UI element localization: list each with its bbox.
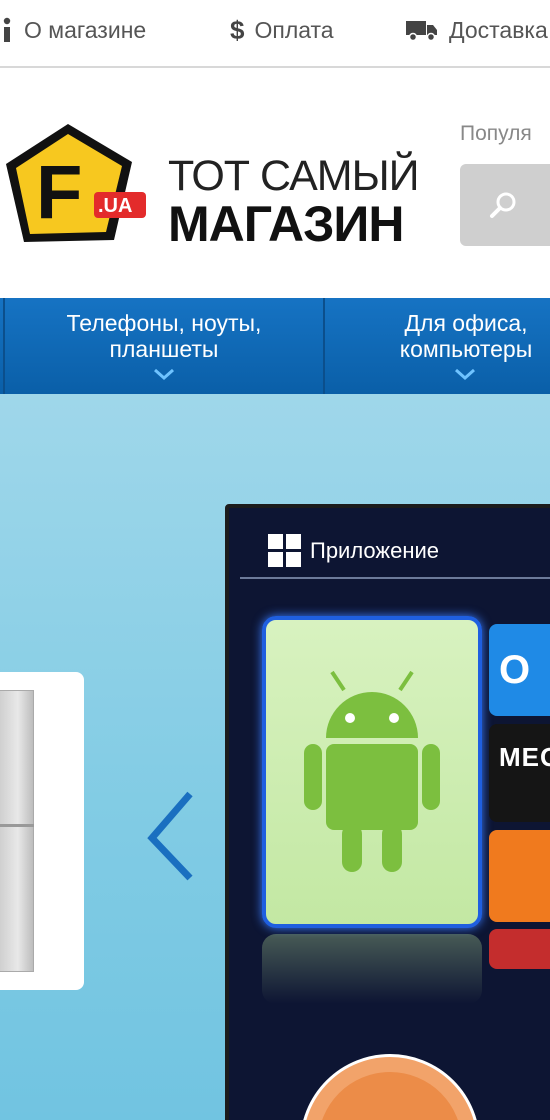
- promo-banner[interactable]: Приложение O MEG: [0, 394, 550, 1120]
- nav-item-phones[interactable]: Телефоны, ноуты, планшеты: [6, 298, 322, 394]
- slider-prev-button[interactable]: [140, 788, 200, 884]
- about-store-link[interactable]: О магазине: [0, 14, 146, 46]
- nav-item-office-line2: компьютеры: [399, 336, 533, 362]
- popular-label: Популя: [460, 122, 532, 145]
- chevron-down-icon: [154, 368, 174, 380]
- svg-text:F: F: [36, 150, 82, 235]
- logo-badge[interactable]: F .UA: [2, 120, 152, 253]
- svg-text:.UA: .UA: [98, 195, 132, 217]
- app-tile-red: [489, 929, 550, 969]
- app-tile-blue: O: [489, 624, 550, 716]
- nav-item-phones-line2: планшеты: [109, 336, 219, 362]
- payment-link[interactable]: $ Оплата: [230, 14, 334, 46]
- android-app-tile: [262, 616, 482, 928]
- fridge-image: [0, 690, 34, 972]
- truck-icon: [405, 18, 439, 42]
- info-icon: [0, 17, 14, 43]
- android-tile-reflection: [262, 934, 482, 1004]
- dollar-icon: $: [230, 14, 245, 45]
- search-button[interactable]: [462, 164, 544, 246]
- windows-tile-icon: [268, 534, 301, 567]
- logo-line-2: МАГАЗИН: [168, 196, 404, 252]
- app-tile-orange: [489, 830, 550, 922]
- about-store-label: О магазине: [24, 16, 147, 43]
- nav-item-office[interactable]: Для офиса, компьютеры: [326, 298, 550, 394]
- fridge-door-line: [0, 824, 34, 827]
- tv-screen-title-text: Приложение: [310, 538, 440, 563]
- chevron-down-icon: [455, 368, 475, 380]
- logo-line-1: ТОТ САМЫЙ: [168, 152, 420, 200]
- nav-item-phones-line1: Телефоны, ноуты,: [66, 310, 262, 336]
- delivery-link[interactable]: Доставка: [405, 14, 548, 46]
- tv-screen-title: Приложение: [268, 534, 439, 568]
- category-nav: Телефоны, ноуты, планшеты Для офиса, ком…: [0, 298, 550, 394]
- tv-screen-divider: [240, 577, 550, 579]
- app-tile-dark-text: MEG: [499, 742, 550, 772]
- nav-divider: [323, 298, 325, 394]
- search-icon: [490, 192, 516, 218]
- nav-item-office-line1: Для офиса,: [404, 310, 528, 336]
- chevron-left-icon: [147, 791, 193, 881]
- app-tile-dark: MEG: [489, 724, 550, 822]
- logo-text[interactable]: ТОТ САМЫЙ МАГАЗИН: [168, 152, 420, 252]
- nav-divider: [3, 298, 5, 394]
- payment-label: Оплата: [254, 16, 334, 43]
- top-bar: О магазине $ Оплата Доставка: [0, 0, 550, 68]
- delivery-label: Доставка: [449, 16, 548, 43]
- android-icon: [304, 670, 440, 872]
- site-header: F .UA ТОТ САМЫЙ МАГАЗИН Популя: [0, 70, 550, 298]
- app-tile-blue-text: O: [499, 648, 532, 692]
